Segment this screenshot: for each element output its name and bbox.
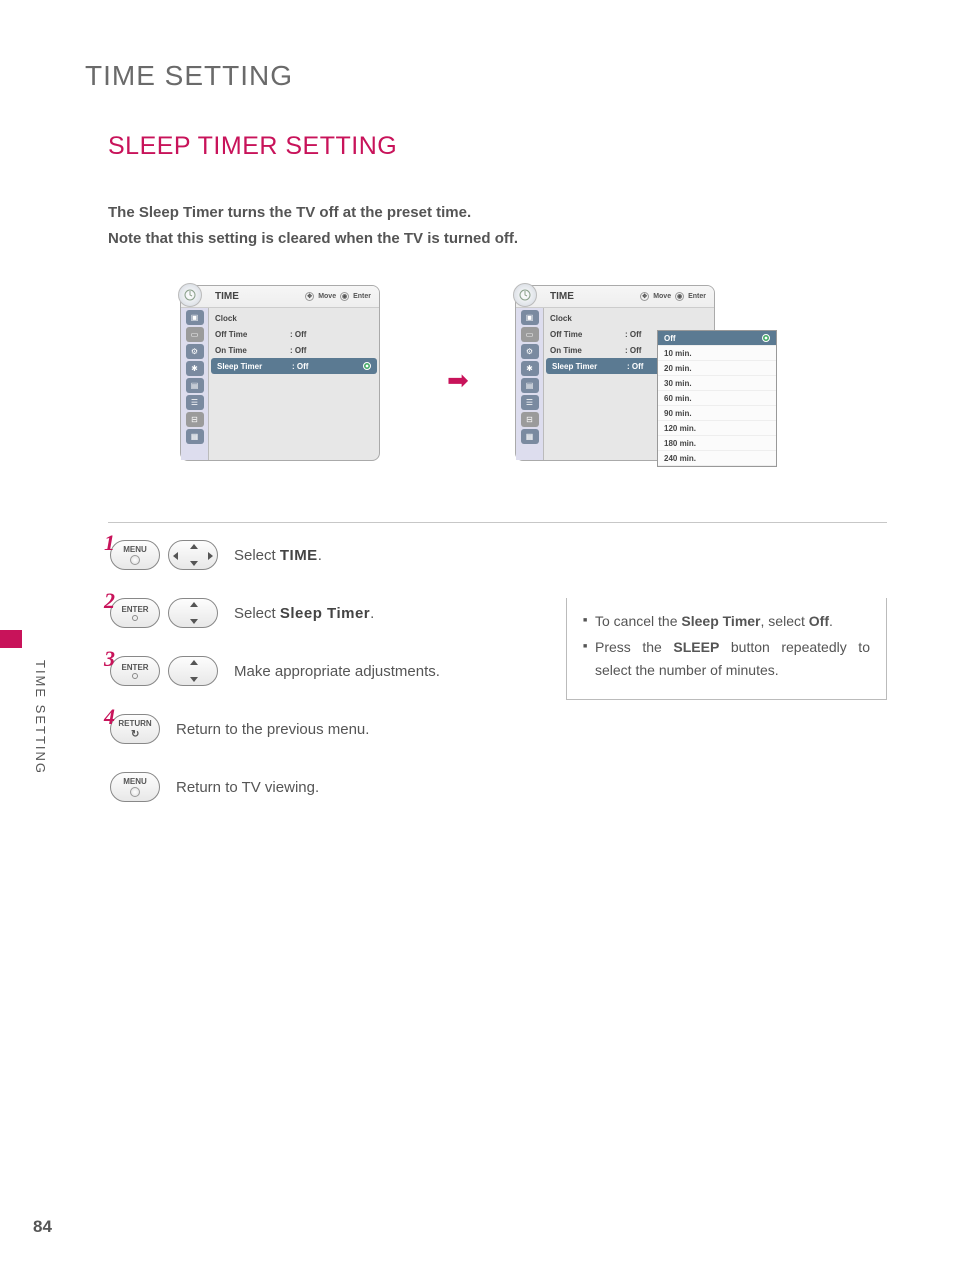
sleep-timer-options-popup: Off 10 min. 20 min. 30 min. 60 min. 90 m… (657, 330, 777, 467)
dpad-2way-icon (168, 598, 218, 628)
step-4: 4 RETURN ↺ Return to the previous menu. (110, 714, 560, 744)
osd-category-icons: ▣ ▭ ⚙ ✱ ▤ ☰ ⊟ ▦ (181, 308, 209, 460)
osd-header: TIME ✥ Move ◉ Enter (516, 286, 714, 308)
button-dot-icon (130, 787, 140, 797)
gear-icon: ⚙ (186, 344, 204, 359)
steps-list: 1 MENU Select TIME. 2 ENTER Select Sleep… (110, 540, 560, 830)
step-3: 3 ENTER Make appropriate adjustments. (110, 656, 560, 686)
step-number: 1 (104, 530, 115, 556)
clock-icon (513, 283, 537, 307)
globe-icon: ✱ (186, 361, 204, 376)
info-box: To cancel the Sleep Timer, select Off. P… (566, 598, 887, 700)
time-icon: ▤ (521, 378, 539, 393)
lock-icon: ⊟ (521, 412, 539, 427)
popup-option-off-selected: Off (658, 331, 776, 346)
osd-row-ontime: On Time : Off (209, 342, 379, 358)
menu-button-icon: MENU (110, 772, 160, 802)
side-section-label: TIME SETTING (33, 660, 48, 775)
legend-enter: Enter (688, 293, 706, 300)
audio-icon: ▭ (521, 327, 539, 342)
arrow-right-icon: ➡ (447, 365, 469, 396)
radio-icon (762, 334, 770, 342)
audio-icon: ▭ (186, 327, 204, 342)
legend-move: Move (653, 293, 671, 300)
popup-option: 90 min. (658, 406, 776, 421)
step-text: Return to TV viewing. (176, 779, 319, 796)
button-ring-icon (132, 673, 138, 679)
gear-icon: ⚙ (521, 344, 539, 359)
radio-icon (363, 362, 371, 370)
button-ring-icon (132, 615, 138, 621)
legend-move: Move (318, 293, 336, 300)
popup-option: 20 min. (658, 361, 776, 376)
step-text: Select TIME. (234, 547, 322, 564)
page-title: TIME SETTING (85, 60, 293, 92)
intro-line-1: The Sleep Timer turns the TV off at the … (108, 204, 471, 221)
osd-header: TIME ✥ Move ◉ Enter (181, 286, 379, 308)
intro-text: The Sleep Timer turns the TV off at the … (108, 200, 518, 251)
button-dot-icon (130, 555, 140, 565)
enter-button-icon: ENTER (110, 656, 160, 686)
return-button-icon: RETURN ↺ (110, 714, 160, 744)
popup-option: 240 min. (658, 451, 776, 466)
step-text: Select Sleep Timer. (234, 605, 374, 622)
osd-title: TIME (550, 291, 574, 302)
popup-option: 10 min. (658, 346, 776, 361)
enter-icon: ◉ (675, 292, 684, 301)
step-number: 3 (104, 646, 115, 672)
popup-option: 180 min. (658, 436, 776, 451)
dpad-2way-icon (168, 656, 218, 686)
osd-row-sleeptimer-selected: Sleep Timer : Off (211, 358, 377, 374)
osd-title: TIME (215, 291, 239, 302)
time-icon: ▤ (186, 378, 204, 393)
step-number: 2 (104, 588, 115, 614)
input-icon: ▦ (186, 429, 204, 444)
step-number: 4 (104, 704, 115, 730)
osd-row-offtime: Off Time : Off (209, 326, 379, 342)
step-2: 2 ENTER Select Sleep Timer. (110, 598, 560, 628)
osd-panel-before: TIME ✥ Move ◉ Enter ▣ ▭ ⚙ ✱ ▤ ☰ ⊟ ▦ Cloc… (180, 285, 380, 461)
section-title: SLEEP TIMER SETTING (108, 132, 397, 161)
return-arrow-icon: ↺ (131, 729, 139, 740)
divider (108, 522, 887, 523)
picture-icon: ▣ (521, 310, 539, 325)
osd-category-icons: ▣ ▭ ⚙ ✱ ▤ ☰ ⊟ ▦ (516, 308, 544, 460)
menu-button-icon: MENU (110, 540, 160, 570)
move-icon: ✥ (305, 292, 314, 301)
lock-icon: ⊟ (186, 412, 204, 427)
popup-option: 60 min. (658, 391, 776, 406)
enter-icon: ◉ (340, 292, 349, 301)
input-icon: ▦ (521, 429, 539, 444)
page-number: 84 (33, 1217, 52, 1237)
option-icon: ☰ (186, 395, 204, 410)
popup-option: 30 min. (658, 376, 776, 391)
option-icon: ☰ (521, 395, 539, 410)
step-text: Make appropriate adjustments. (234, 663, 440, 680)
enter-button-icon: ENTER (110, 598, 160, 628)
step-1: 1 MENU Select TIME. (110, 540, 560, 570)
move-icon: ✥ (640, 292, 649, 301)
osd-row-clock: Clock (209, 310, 379, 326)
info-item: Press the SLEEP button repeatedly to sel… (583, 636, 870, 681)
side-accent-bar (0, 630, 22, 648)
osd-legend: ✥ Move ◉ Enter (305, 292, 371, 301)
intro-line-2: Note that this setting is cleared when t… (108, 230, 518, 247)
picture-icon: ▣ (186, 310, 204, 325)
step-text: Return to the previous menu. (176, 721, 369, 738)
osd-menu: Clock Off Time : Off On Time : Off Sleep… (209, 308, 379, 460)
legend-enter: Enter (353, 293, 371, 300)
osd-row-clock: Clock (544, 310, 714, 326)
osd-legend: ✥ Move ◉ Enter (640, 292, 706, 301)
popup-option: 120 min. (658, 421, 776, 436)
globe-icon: ✱ (521, 361, 539, 376)
step-5: MENU Return to TV viewing. (110, 772, 560, 802)
clock-icon (178, 283, 202, 307)
dpad-4way-icon (168, 540, 218, 570)
info-item: To cancel the Sleep Timer, select Off. (583, 610, 870, 632)
